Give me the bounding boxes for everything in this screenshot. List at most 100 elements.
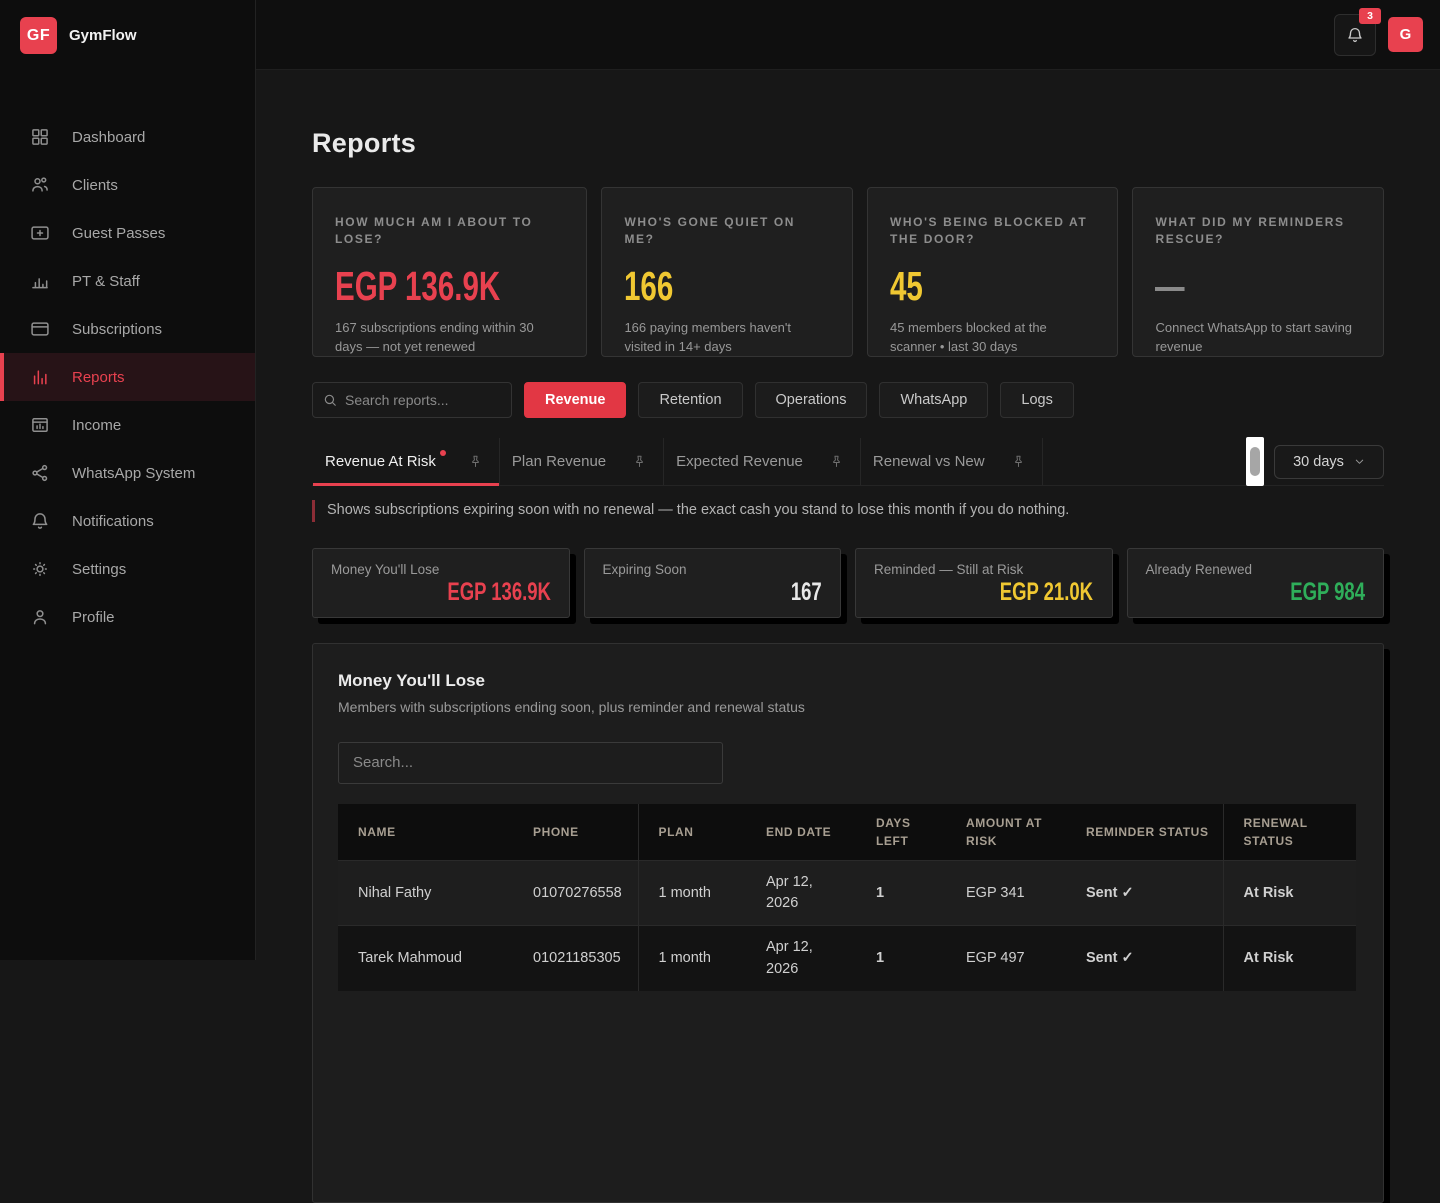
reports-search-input[interactable] xyxy=(345,392,501,408)
filter-button-operations[interactable]: Operations xyxy=(755,382,868,418)
income-panel-icon xyxy=(30,415,50,435)
cell-plan: 1 month xyxy=(638,926,746,991)
sidebar-item-label: Clients xyxy=(72,177,118,194)
table-header-row: Name Phone Plan End Date Days Left Amoun… xyxy=(338,804,1356,861)
tabs-scrollbar[interactable] xyxy=(1246,437,1264,486)
sidebar-item-label: Settings xyxy=(72,561,126,578)
date-range-value: 30 days xyxy=(1293,454,1344,470)
kpi-row: HOW MUCH AM I ABOUT TO LOSE? EGP 136.9K … xyxy=(312,187,1384,357)
filter-button-retention[interactable]: Retention xyxy=(638,382,742,418)
sidebar-item-notifications[interactable]: Notifications xyxy=(0,497,255,545)
sidebar-item-label: WhatsApp System xyxy=(72,465,195,482)
sidebar-item-profile[interactable]: Profile xyxy=(0,593,255,641)
tab-renewal-vs-new[interactable]: Renewal vs New xyxy=(861,438,1043,485)
alert-dot xyxy=(440,450,446,456)
sidebar-item-settings[interactable]: Settings xyxy=(0,545,255,593)
stat-card-reminded: Reminded — Still at Risk EGP 21.0K xyxy=(855,548,1113,618)
sidebar-item-subscriptions[interactable]: Subscriptions xyxy=(0,305,255,353)
tab-expected-revenue[interactable]: Expected Revenue xyxy=(664,438,861,485)
stat-value: EGP 984 xyxy=(1264,578,1365,607)
date-range-select[interactable]: 30 days xyxy=(1274,445,1384,479)
sidebar-item-pt-staff[interactable]: PT & Staff xyxy=(0,257,255,305)
cell-phone: 01070276558 xyxy=(513,861,638,926)
col-name[interactable]: Name xyxy=(338,804,513,861)
user-avatar[interactable]: G xyxy=(1388,17,1423,52)
table-row[interactable]: Nihal Fathy 01070276558 1 month Apr 12, … xyxy=(338,861,1356,926)
sidebar-item-dashboard[interactable]: Dashboard xyxy=(0,113,255,161)
pin-icon[interactable] xyxy=(829,454,844,469)
sidebar-item-clients[interactable]: Clients xyxy=(0,161,255,209)
kpi-value: 166 xyxy=(624,263,830,309)
kpi-card-quiet: WHO'S GONE QUIET ON ME? 166 166 paying m… xyxy=(601,187,853,357)
notifications-button[interactable]: 3 xyxy=(1334,14,1376,56)
pin-icon[interactable] xyxy=(632,454,647,469)
sidebar-item-income[interactable]: Income xyxy=(0,401,255,449)
kpi-description: 167 subscriptions ending within 30 days … xyxy=(335,319,564,357)
table-row[interactable]: Tarek Mahmoud 01021185305 1 month Apr 12… xyxy=(338,926,1356,991)
tabs-scrollbar-thumb[interactable] xyxy=(1250,447,1260,476)
pin-icon[interactable] xyxy=(1011,454,1026,469)
cell-plan: 1 month xyxy=(638,861,746,926)
kpi-question: WHO'S GONE QUIET ON ME? xyxy=(624,214,830,249)
bell-icon xyxy=(1346,26,1364,44)
col-reminder-status[interactable]: Reminder Status xyxy=(1066,804,1223,861)
stat-card-money-lose: Money You'll Lose EGP 136.9K xyxy=(312,548,570,618)
chevron-down-icon xyxy=(1354,456,1365,467)
credit-card-icon xyxy=(30,319,50,339)
filter-button-logs[interactable]: Logs xyxy=(1000,382,1073,418)
filter-button-revenue[interactable]: Revenue xyxy=(524,382,626,418)
search-icon xyxy=(323,393,337,407)
filter-button-whatsapp[interactable]: WhatsApp xyxy=(879,382,988,418)
cell-end-date: Apr 12, 2026 xyxy=(746,861,856,926)
stat-card-renewed: Already Renewed EGP 984 xyxy=(1127,548,1385,618)
sidebar-item-label: Guest Passes xyxy=(72,225,165,242)
panel-subtitle: Members with subscriptions ending soon, … xyxy=(338,699,1358,715)
cell-reminder-status: Sent ✓ xyxy=(1066,861,1223,926)
cell-renewal-status: At Risk xyxy=(1223,926,1356,991)
cell-name: Nihal Fathy xyxy=(338,861,513,926)
brand: GF GymFlow xyxy=(0,0,255,71)
kpi-value: EGP 136.9K xyxy=(335,263,564,309)
cell-amount-at-risk: EGP 341 xyxy=(946,861,1066,926)
col-phone[interactable]: Phone xyxy=(513,804,638,861)
stat-card-expiring-soon: Expiring Soon 167 xyxy=(584,548,842,618)
tabs-spacer xyxy=(1043,438,1246,485)
kpi-card-blocked: WHO'S BEING BLOCKED AT THE DOOR? 45 45 m… xyxy=(867,187,1119,357)
money-youll-lose-panel: Money You'll Lose Members with subscript… xyxy=(312,643,1384,1203)
stat-label: Already Renewed xyxy=(1146,562,1366,577)
cell-end-date: Apr 12, 2026 xyxy=(746,926,856,991)
sidebar-item-whatsapp-system[interactable]: WhatsApp System xyxy=(0,449,255,497)
report-tabs: Revenue At Risk Plan Revenue Expected Re… xyxy=(312,438,1384,486)
col-days-left[interactable]: Days Left xyxy=(856,804,946,861)
kpi-value: 45 xyxy=(890,263,1096,309)
sidebar-item-label: Dashboard xyxy=(72,129,145,146)
brand-logo: GF xyxy=(20,17,57,54)
col-amount-at-risk[interactable]: Amount at Risk xyxy=(946,804,1066,861)
users-icon xyxy=(30,175,50,195)
sidebar-item-reports[interactable]: Reports xyxy=(0,353,255,401)
table-search[interactable] xyxy=(338,742,723,784)
col-end-date[interactable]: End Date xyxy=(746,804,856,861)
pin-icon[interactable] xyxy=(468,454,483,469)
reports-search[interactable] xyxy=(312,382,512,418)
sidebar: GF GymFlow Dashboard Clients Guest Passe… xyxy=(0,0,256,960)
col-plan[interactable]: Plan xyxy=(638,804,746,861)
brand-name: GymFlow xyxy=(69,27,137,44)
tab-revenue-at-risk[interactable]: Revenue At Risk xyxy=(312,438,500,485)
stat-label: Expiring Soon xyxy=(603,562,823,577)
tab-plan-revenue[interactable]: Plan Revenue xyxy=(500,438,664,485)
stat-value: 167 xyxy=(780,578,822,607)
table-search-input[interactable] xyxy=(353,743,708,783)
kpi-question: HOW MUCH AM I ABOUT TO LOSE? xyxy=(335,214,564,249)
main-content: Reports HOW MUCH AM I ABOUT TO LOSE? EGP… xyxy=(256,70,1440,960)
col-renewal-status[interactable]: Renewal Status xyxy=(1223,804,1356,861)
kpi-description: 45 members blocked at the scanner • last… xyxy=(890,319,1096,357)
sidebar-item-guest-passes[interactable]: Guest Passes xyxy=(0,209,255,257)
tab-label: Revenue At Risk xyxy=(325,453,436,470)
kpi-card-lose: HOW MUCH AM I ABOUT TO LOSE? EGP 136.9K … xyxy=(312,187,587,357)
filter-row: Revenue Retention Operations WhatsApp Lo… xyxy=(312,382,1384,418)
topbar: 3 G xyxy=(256,0,1440,70)
cell-days-left: 1 xyxy=(856,861,946,926)
guest-pass-card-icon xyxy=(30,223,50,243)
notification-count-badge: 3 xyxy=(1359,8,1381,24)
